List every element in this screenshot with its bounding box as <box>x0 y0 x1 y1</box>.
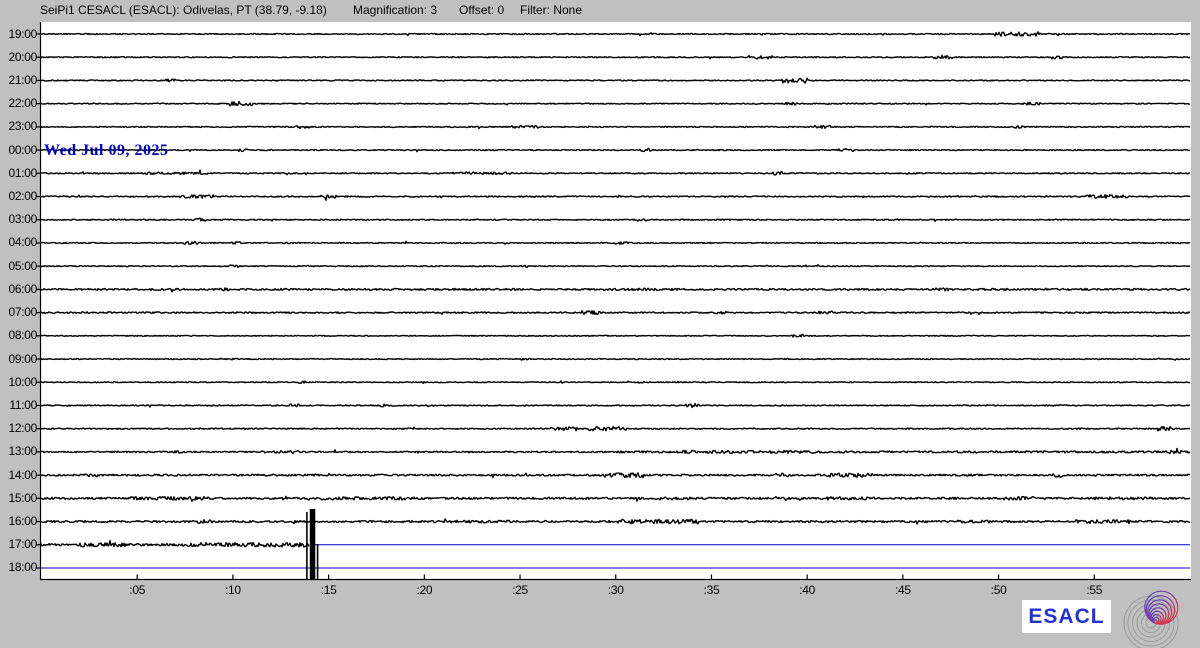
hour-tick-label: 08:00 <box>0 328 37 343</box>
esacl-spiral-logo <box>1122 590 1198 648</box>
hour-tick-label: 18:00 <box>0 560 37 575</box>
minute-tick-label: :30 <box>599 583 633 597</box>
hour-tick-label: 14:00 <box>0 468 37 483</box>
minute-tick-label: :25 <box>503 583 537 597</box>
minute-tick-label: :40 <box>790 583 824 597</box>
date-label: Wed Jul 09, 2025 <box>44 142 168 160</box>
hour-tick-label: 02:00 <box>0 189 37 204</box>
minute-tick-label: :20 <box>407 583 441 597</box>
hour-tick-label: 17:00 <box>0 537 37 552</box>
hour-tick-label: 05:00 <box>0 259 37 274</box>
hour-tick-label: 01:00 <box>0 166 37 181</box>
hour-tick-label: 00:00 <box>0 143 37 158</box>
helicorder-plot[interactable] <box>0 0 1200 648</box>
hour-tick-label: 07:00 <box>0 305 37 320</box>
hour-tick-label: 11:00 <box>0 398 37 413</box>
hour-tick-label: 13:00 <box>0 444 37 459</box>
hour-tick-label: 20:00 <box>0 50 37 65</box>
event-spike <box>306 512 308 580</box>
minute-tick-label: :05 <box>120 583 154 597</box>
hour-tick-label: 21:00 <box>0 73 37 88</box>
minute-tick-label: :55 <box>1077 583 1111 597</box>
helicorder-screen: SeiPi1 CESACL (ESACL): Odivelas, PT (38.… <box>0 0 1200 648</box>
esacl-logo-text: ESACL <box>1022 600 1111 633</box>
minute-tick-label: :45 <box>886 583 920 597</box>
hour-tick-label: 16:00 <box>0 514 37 529</box>
hour-tick-label: 03:00 <box>0 212 37 227</box>
minute-tick-label: :15 <box>312 583 346 597</box>
event-spike <box>310 509 316 580</box>
hour-tick-label: 04:00 <box>0 235 37 250</box>
hour-tick-label: 23:00 <box>0 119 37 134</box>
hour-tick-label: 19:00 <box>0 27 37 42</box>
hour-tick-label: 09:00 <box>0 352 37 367</box>
hour-tick-label: 06:00 <box>0 282 37 297</box>
event-spike <box>317 544 319 580</box>
minute-tick-label: :10 <box>216 583 250 597</box>
hour-tick-label: 15:00 <box>0 491 37 506</box>
hour-tick-label: 22:00 <box>0 96 37 111</box>
minute-tick-label: :35 <box>694 583 728 597</box>
hour-tick-label: 12:00 <box>0 421 37 436</box>
minute-tick-label: :50 <box>982 583 1016 597</box>
hour-tick-label: 10:00 <box>0 375 37 390</box>
